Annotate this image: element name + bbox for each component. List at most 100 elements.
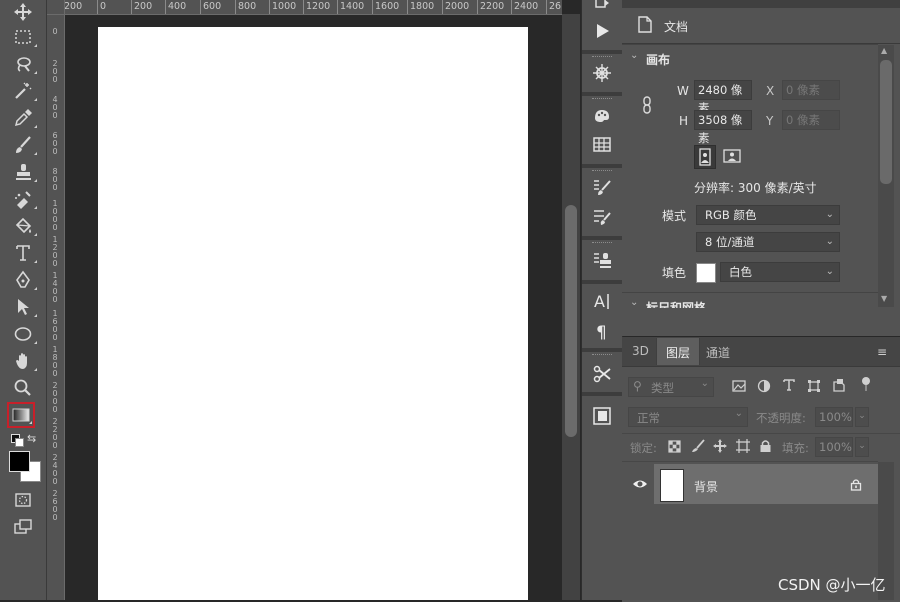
mode-label: 模式 [662,209,687,223]
brush-tool-icon[interactable] [8,133,38,157]
tools-panel: ⇆ [0,0,47,600]
filter-adjustment-icon[interactable] [757,379,771,393]
lock-all-icon[interactable] [759,439,772,453]
y-field[interactable]: 0 像素 [782,110,840,130]
x-field[interactable]: 0 像素 [782,80,840,100]
clone-stamp-tool-icon[interactable] [8,160,38,184]
vertical-ruler[interactable]: 0 200 400 600 800 1000 1200 1400 1600 18… [47,14,65,600]
landscape-orientation-icon[interactable] [722,146,742,166]
path-selection-tool-icon[interactable] [8,295,38,319]
default-colors-icon[interactable] [11,434,24,447]
search-icon: ⚲ [633,379,642,393]
link-dimensions-icon[interactable] [641,96,653,114]
ruler-corner[interactable] [47,0,65,15]
lock-position-icon[interactable] [713,439,727,453]
paint-bucket-tool-icon[interactable] [8,214,38,238]
fill-label: 填色 [662,266,687,280]
tab-channels[interactable]: 通道 [706,344,730,361]
filter-pixel-icon[interactable] [732,379,746,393]
layer-thumbnail[interactable] [660,469,684,502]
resolution-text: 分辨率: 300 像素/英寸 [694,181,817,195]
brushes-presets-icon[interactable] [588,204,616,230]
scroll-up-arrow[interactable]: ▲ [881,46,887,55]
eyedropper-tool-icon[interactable] [8,106,38,130]
x-label: X [766,84,775,98]
layer-comps-icon[interactable] [588,403,616,429]
screen-mode-icon[interactable] [8,515,38,539]
fill-opacity-dropdown-icon[interactable]: ⌄ [855,437,869,457]
chevron-down-icon: ⌄ [700,378,709,389]
chevron-down-icon: ⌄ [825,266,834,277]
ruler-label: 2400 [514,1,539,12]
lock-image-pixels-icon[interactable] [691,439,705,453]
scroll-down-arrow[interactable]: ▼ [881,294,887,303]
document-icon [638,16,652,33]
lock-label: 锁定: [630,441,657,455]
gradient-tool-icon[interactable] [7,402,35,428]
portrait-orientation-icon[interactable] [694,145,716,169]
lasso-tool-icon[interactable] [8,52,38,76]
scrollbar-thumb[interactable] [565,205,577,437]
quick-mask-icon[interactable] [8,488,38,512]
bit-depth-select[interactable]: 8 位/通道 ⌄ [696,232,840,252]
section-canvas-title[interactable]: 画布 [646,51,670,68]
paragraph-panel-icon[interactable]: ¶ [588,318,616,344]
ruler-label: 1400 [340,1,365,12]
chevron-down-icon[interactable]: ⌄ [630,297,638,308]
character-panel-icon[interactable]: A [588,288,616,314]
pen-tool-icon[interactable] [8,268,38,292]
ruler-label: 1200 [306,1,331,12]
properties-scroll-thumb[interactable] [880,60,892,184]
properties-tab-label: 文档 [664,20,689,34]
zoom-tool-icon[interactable] [8,376,38,400]
swap-colors-icon[interactable]: ⇆ [27,433,39,445]
layer-visibility-toggle[interactable] [628,464,652,504]
tab-layers[interactable]: 图层 [666,344,690,361]
ruler-label: 1600 [52,309,58,342]
lock-transparent-pixels-icon[interactable] [668,440,681,453]
opacity-label: 不透明度: [756,411,806,425]
marquee-tool-icon[interactable] [8,25,38,49]
tab-3d[interactable]: 3D [632,344,649,358]
layer-lock-icon[interactable] [850,478,862,491]
healing-brush-tool-icon[interactable] [8,187,38,211]
brush-settings-icon[interactable] [588,175,616,201]
ellipse-tool-icon[interactable] [8,322,38,346]
fill-color-swatch[interactable] [696,263,716,283]
width-field[interactable]: 2480 像素 [694,80,752,115]
document-canvas[interactable] [98,27,528,600]
navigator-wheel-icon[interactable] [588,60,616,86]
fill-select[interactable]: 白色 ⌄ [720,262,840,282]
fill-opacity-field[interactable]: 100% [815,437,853,457]
hand-tool-icon[interactable] [8,349,38,373]
swatches-grid-icon[interactable] [588,132,616,158]
ruler-label: 800 [52,167,58,192]
lock-artboard-icon[interactable] [736,439,750,453]
filter-toggle-icon[interactable] [861,376,871,392]
magic-wand-tool-icon[interactable] [8,79,38,103]
height-label: H [679,114,689,128]
opacity-dropdown-icon[interactable]: ⌄ [855,407,869,427]
clone-source-icon[interactable] [588,247,616,273]
filter-smart-object-icon[interactable] [832,378,846,392]
actions-play-icon[interactable] [588,18,616,44]
color-palette-icon[interactable] [588,103,616,129]
panel-menu-icon[interactable]: ≡ [877,345,887,359]
tool-presets-icon[interactable] [588,361,616,387]
history-icon[interactable] [588,0,616,20]
blend-mode-select[interactable]: 正常 ⌄ [628,407,748,427]
layer-row[interactable] [654,464,878,504]
color-mode-select[interactable]: RGB 颜色 ⌄ [696,205,840,225]
layer-name[interactable]: 背景 [694,478,718,495]
height-field[interactable]: 3508 像素 [694,110,752,145]
foreground-color-swatch[interactable] [9,451,30,472]
chevron-down-icon[interactable]: ⌄ [630,50,638,61]
horizontal-ruler[interactable]: 200 0 200 400 600 800 1000 1200 1400 160… [47,0,562,15]
type-tool-icon[interactable] [8,241,38,265]
move-tool-icon[interactable] [8,0,38,24]
svg-text:A: A [594,292,605,311]
opacity-field[interactable]: 100% [815,407,853,427]
filter-type-icon[interactable] [782,378,796,392]
layer-filter-kind-select[interactable]: ⚲ 类型 ⌄ [628,377,714,397]
filter-shape-icon[interactable] [807,379,821,393]
